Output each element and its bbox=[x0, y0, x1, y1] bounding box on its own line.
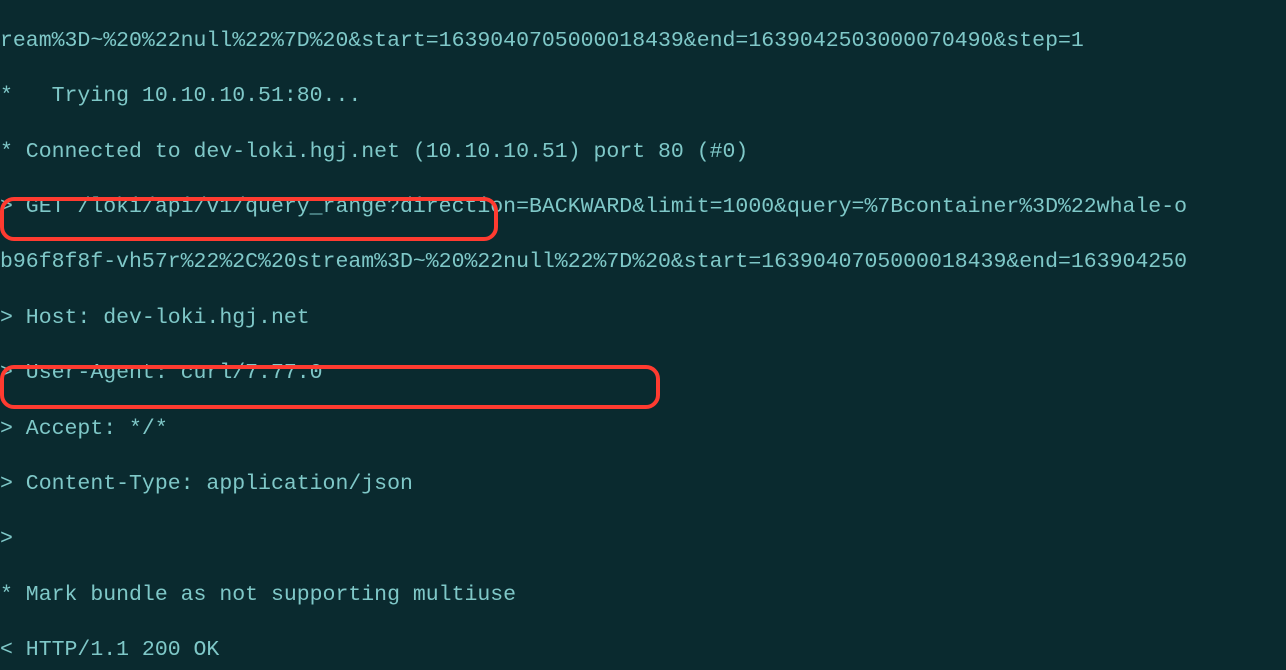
terminal-line: > GET /loki/api/v1/query_range?direction… bbox=[0, 194, 1286, 222]
terminal-line: * Connected to dev-loki.hgj.net (10.10.1… bbox=[0, 139, 1286, 167]
terminal-line: * Trying 10.10.10.51:80... bbox=[0, 83, 1286, 111]
terminal-line: > Accept: */* bbox=[0, 416, 1286, 444]
terminal-line-request-content-type: > Content-Type: application/json bbox=[0, 471, 1286, 499]
terminal-line: > User-Agent: curl/7.77.0 bbox=[0, 360, 1286, 388]
terminal-line: > Host: dev-loki.hgj.net bbox=[0, 305, 1286, 333]
terminal-output[interactable]: ream%3D~%20%22null%22%7D%20&start=163904… bbox=[0, 0, 1286, 670]
terminal-line: * Mark bundle as not supporting multiuse bbox=[0, 582, 1286, 610]
terminal-line: b96f8f8f-vh57r%22%2C%20stream%3D~%20%22n… bbox=[0, 249, 1286, 277]
terminal-line: ream%3D~%20%22null%22%7D%20&start=163904… bbox=[0, 28, 1286, 56]
terminal-line: > bbox=[0, 526, 1286, 554]
terminal-line: < HTTP/1.1 200 OK bbox=[0, 637, 1286, 665]
